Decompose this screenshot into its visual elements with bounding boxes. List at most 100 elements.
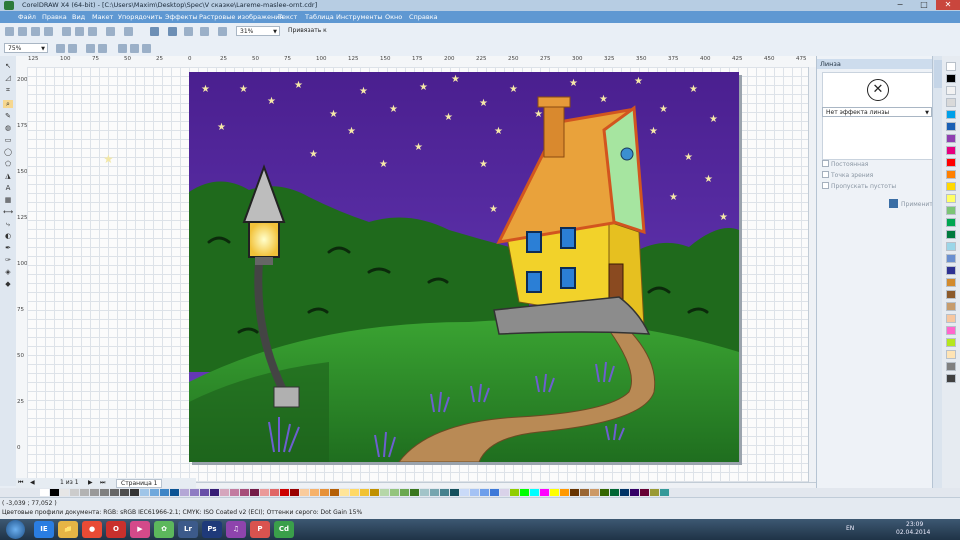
color-swatch[interactable] <box>280 489 289 496</box>
taskbar-app-icon[interactable]: 📁 <box>58 521 78 538</box>
menu-arrange[interactable]: Упорядочить <box>118 13 162 21</box>
next-page-icon[interactable]: ▶ <box>88 479 93 486</box>
color-swatch[interactable] <box>650 489 659 496</box>
text-tool-icon[interactable]: A <box>3 184 13 192</box>
color-swatch[interactable] <box>380 489 389 496</box>
import-icon[interactable] <box>150 27 159 36</box>
frozen-checkbox[interactable]: Постоянная <box>822 160 868 168</box>
color-swatch[interactable] <box>90 489 99 496</box>
color-swatch[interactable] <box>470 489 479 496</box>
color-swatch[interactable] <box>160 489 169 496</box>
taskbar-app-icon[interactable]: ✿ <box>154 521 174 538</box>
zoom-height-icon[interactable] <box>142 44 151 53</box>
artwork-page[interactable]: ★ ★ ★ ★ ★ ★ ★ ★ ★ ★ ★ ★ ★ ★ ★ ★ ★ ★ ★ ★ ★ ★ ★ ★ ★ ★ ★ ★ ★ ★ … <box>189 72 739 463</box>
color-swatch[interactable] <box>946 374 956 383</box>
crop-tool-icon[interactable]: ⌗ <box>3 86 13 94</box>
welcome-screen-icon[interactable] <box>218 27 227 36</box>
menu-text[interactable]: Текст <box>278 13 297 21</box>
color-swatch[interactable] <box>620 489 629 496</box>
viewpoint-checkbox[interactable]: Точка зрения <box>822 171 873 179</box>
copy-icon[interactable] <box>75 27 84 36</box>
color-swatch[interactable] <box>946 230 956 239</box>
color-swatch[interactable] <box>946 194 956 203</box>
taskbar-app-icon[interactable]: Cd <box>274 521 294 538</box>
color-swatch[interactable] <box>946 98 956 107</box>
color-swatch[interactable] <box>150 489 159 496</box>
undo-icon[interactable] <box>106 27 115 36</box>
color-swatch[interactable] <box>410 489 419 496</box>
color-swatch[interactable] <box>570 489 579 496</box>
apply-button[interactable]: Применить <box>901 201 936 208</box>
menu-edit[interactable]: Правка <box>42 13 67 21</box>
rectangle-tool-icon[interactable]: ▭ <box>3 136 13 144</box>
color-swatch[interactable] <box>310 489 319 496</box>
color-swatch[interactable] <box>946 62 956 71</box>
freehand-tool-icon[interactable]: ✎ <box>3 112 13 120</box>
color-swatch[interactable] <box>210 489 219 496</box>
color-swatch[interactable] <box>946 146 956 155</box>
color-swatch[interactable] <box>170 489 179 496</box>
color-swatch[interactable] <box>530 489 539 496</box>
menu-tools[interactable]: Инструменты <box>336 13 383 21</box>
color-swatch[interactable] <box>430 489 439 496</box>
shape-tool-icon[interactable]: ◿ <box>3 74 13 82</box>
color-swatch[interactable] <box>946 218 956 227</box>
smart-fill-icon[interactable]: ◍ <box>3 124 13 132</box>
connector-tool-icon[interactable]: ⤷ <box>3 220 13 228</box>
menu-view[interactable]: Вид <box>72 13 85 21</box>
taskbar-app-icon[interactable]: ▶ <box>130 521 150 538</box>
color-swatch[interactable] <box>946 134 956 143</box>
color-swatch[interactable] <box>946 338 956 347</box>
color-swatch[interactable] <box>440 489 449 496</box>
menu-file[interactable]: Файл <box>18 13 36 21</box>
color-swatch[interactable] <box>946 206 956 215</box>
zoom-selected-icon[interactable] <box>86 44 95 53</box>
menu-effects[interactable]: Эффекты <box>165 13 198 21</box>
color-swatch[interactable] <box>100 489 109 496</box>
color-swatch[interactable] <box>340 489 349 496</box>
color-swatch[interactable] <box>480 489 489 496</box>
last-page-icon[interactable]: ⏭ <box>100 479 105 487</box>
lock-icon[interactable] <box>889 199 898 208</box>
color-swatch[interactable] <box>290 489 299 496</box>
clock-time[interactable]: 23:09 <box>906 521 923 528</box>
color-swatch[interactable] <box>540 489 549 496</box>
color-swatch[interactable] <box>946 362 956 371</box>
outline-pen-icon[interactable]: ✑ <box>3 256 13 264</box>
color-swatch[interactable] <box>70 489 79 496</box>
cut-icon[interactable] <box>62 27 71 36</box>
taskbar-app-icon[interactable]: P <box>250 521 270 538</box>
blend-tool-icon[interactable]: ◐ <box>3 232 13 240</box>
prev-page-icon[interactable]: ◀ <box>30 479 35 486</box>
eyedropper-icon[interactable]: ✒ <box>3 244 13 252</box>
color-swatch[interactable] <box>630 489 639 496</box>
color-swatch[interactable] <box>80 489 89 496</box>
color-swatch[interactable] <box>946 266 956 275</box>
color-swatch[interactable] <box>520 489 529 496</box>
open-icon[interactable] <box>18 27 27 36</box>
menu-bitmaps[interactable]: Растровые изображения <box>199 13 283 21</box>
color-swatch[interactable] <box>420 489 429 496</box>
menu-layout[interactable]: Макет <box>92 13 113 21</box>
fill-tool-icon[interactable]: ◈ <box>3 268 13 276</box>
color-swatch[interactable] <box>550 489 559 496</box>
color-swatch[interactable] <box>140 489 149 496</box>
save-icon[interactable] <box>31 27 40 36</box>
paste-icon[interactable] <box>88 27 97 36</box>
redo-icon[interactable] <box>124 27 133 36</box>
ellipse-tool-icon[interactable]: ◯ <box>3 148 13 156</box>
color-swatch[interactable] <box>40 489 49 496</box>
taskbar-app-icon[interactable]: Ps <box>202 521 222 538</box>
zoom-out-icon[interactable] <box>68 44 77 53</box>
color-swatch[interactable] <box>320 489 329 496</box>
color-swatch[interactable] <box>370 489 379 496</box>
color-swatch[interactable] <box>50 489 59 496</box>
color-swatch[interactable] <box>946 74 956 83</box>
publish-pdf-icon[interactable] <box>184 27 193 36</box>
color-swatch[interactable] <box>270 489 279 496</box>
start-button[interactable] <box>6 520 25 539</box>
color-swatch[interactable] <box>230 489 239 496</box>
color-swatch[interactable] <box>946 302 956 311</box>
color-swatch[interactable] <box>240 489 249 496</box>
zoom-combo[interactable]: 31% ▼ <box>236 26 280 36</box>
